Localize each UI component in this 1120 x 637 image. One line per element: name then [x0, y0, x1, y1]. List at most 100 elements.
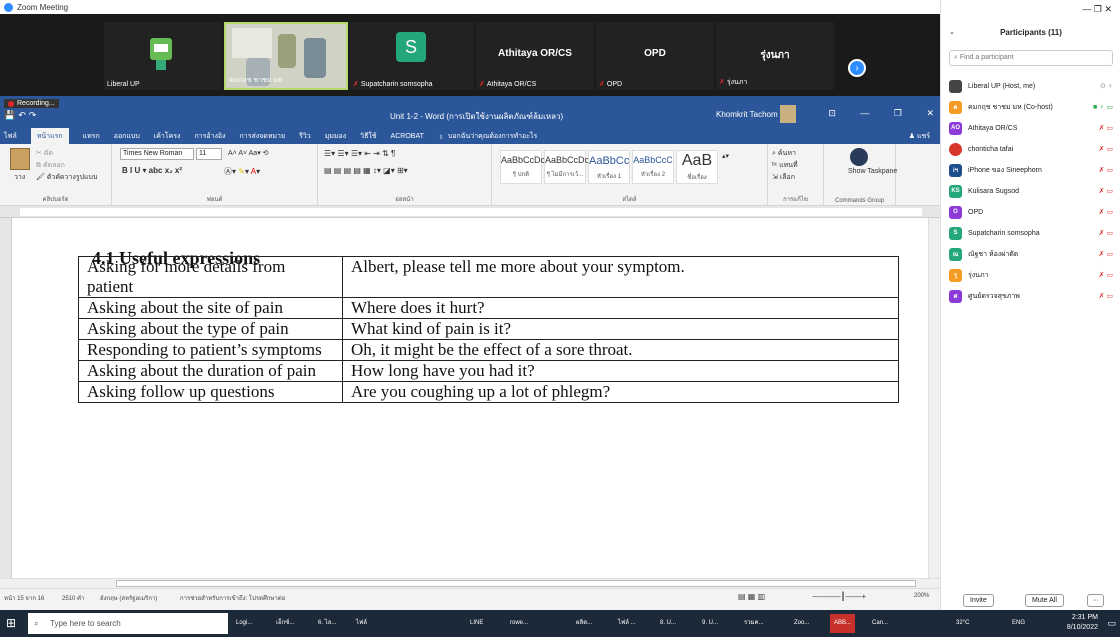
table-cell[interactable]: Oh, it might be the effect of a sore thr… — [342, 339, 899, 361]
user-avatar[interactable] — [780, 105, 796, 123]
tab-layout[interactable]: เค้าโครง — [154, 131, 181, 142]
tell-me-search[interactable]: บอกฉันว่าคุณต้องการทำอะไร — [448, 131, 537, 142]
participant-row[interactable]: AO Athitaya OR/CS ✗ ▭ — [949, 118, 1117, 138]
taskpane-icon[interactable] — [850, 148, 868, 166]
horizontal-scrollbar[interactable] — [0, 578, 940, 588]
vertical-ruler[interactable] — [0, 218, 12, 578]
taskbar-app[interactable]: ABB... — [830, 614, 856, 633]
mic-muted-icon[interactable]: ✗ ▭ — [1099, 229, 1113, 237]
share-button[interactable]: ♟ แชร์ — [909, 131, 930, 142]
table-cell[interactable]: Asking follow up questions — [78, 381, 343, 403]
font-size-box[interactable]: 11 — [196, 148, 222, 160]
table-cell[interactable]: Albert, please tell me more about your s… — [342, 256, 899, 298]
mic-muted-icon[interactable]: ✗ ▭ — [1099, 187, 1113, 195]
table-cell[interactable]: Asking about the type of pain — [78, 318, 343, 340]
styles-scroll-icon[interactable]: ▴▾ — [722, 152, 729, 160]
table-cell[interactable]: What kind of pain is it? — [342, 318, 899, 340]
table-cell[interactable]: Responding to patient’s symptoms — [78, 339, 343, 361]
mic-muted-icon[interactable]: ✗ ▭ — [1099, 145, 1113, 153]
tab-design[interactable]: ออกแบบ — [114, 131, 140, 142]
participant-row[interactable]: S Supatcharin somsopha ✗ ▭ — [949, 223, 1117, 243]
mic-muted-icon[interactable]: ✗ ▭ — [1099, 124, 1113, 132]
recording-indicator[interactable]: Recording... — [4, 99, 59, 108]
style-normal[interactable]: AaBbCcDc ¶ ปกติ — [500, 150, 545, 184]
user-name[interactable]: Khomkrit Tachom — [716, 110, 778, 119]
paste-icon[interactable] — [10, 148, 30, 170]
format-painter-button[interactable]: 🖌 ตัวคัดวางรูปแบบ — [36, 172, 97, 183]
taskbar-app[interactable]: Logi... — [236, 614, 252, 633]
invite-button[interactable]: Invite — [963, 594, 994, 607]
replace-button[interactable]: ᵇᶜ แทนที่ — [772, 160, 798, 171]
video-tile[interactable]: OPD ✗ OPD — [596, 22, 714, 90]
weather-widget[interactable]: 32°C — [956, 614, 969, 633]
language-status[interactable]: อังกฤษ (สหรัฐอเมริกา) — [100, 593, 157, 603]
mic-muted-icon[interactable]: ✗ ▭ — [1099, 292, 1113, 300]
zoom-level[interactable]: 200% — [914, 593, 929, 599]
tab-home[interactable]: หน้าแรก — [30, 127, 69, 145]
participant-row[interactable]: O OPD ✗ ▭ — [949, 202, 1117, 222]
tab-references[interactable]: การอ้างอิง — [194, 131, 225, 142]
taskbar-app[interactable]: 8. U... — [660, 614, 676, 633]
participant-row[interactable]: Liberal UP (Host, me) ⊙ ♀ — [949, 76, 1117, 96]
style-heading-2[interactable]: AaBbCcC หัวเรื่อง 2 — [632, 150, 674, 184]
taskbar-app[interactable]: ผลิต... — [576, 614, 592, 633]
taskbar-app[interactable]: Can... — [872, 614, 888, 633]
tab-insert[interactable]: แทรก — [83, 131, 100, 142]
mic-muted-icon[interactable]: ✗ ▭ — [1099, 271, 1113, 279]
style-heading-1[interactable]: AaBbCc หัวเรื่อง 1 — [588, 150, 630, 184]
select-button[interactable]: ⇲ เลือก — [772, 172, 795, 183]
taskbar-app[interactable]: เอ็กซ์... — [276, 614, 294, 633]
cut-button[interactable]: ✂ ตัด — [36, 148, 53, 159]
font-name-box[interactable]: Times New Roman — [120, 148, 194, 160]
style-title[interactable]: AaB ชื่อเรื่อง — [676, 150, 718, 184]
table-cell[interactable]: Where does it hurt? — [342, 297, 899, 319]
taskbar-app[interactable]: 6. ไล... — [318, 614, 336, 633]
taskbar-search-input[interactable]: ⌕ Type here to search — [28, 613, 228, 634]
participant-row[interactable]: ค คมกฤช ชาชม มห (Co-host) ■ ♀ ▭ — [949, 97, 1117, 117]
table-cell[interactable]: Asking for more details from patient — [78, 256, 343, 298]
notification-icon[interactable]: ▭ — [1107, 618, 1116, 629]
mic-muted-icon[interactable]: ✗ ▭ — [1099, 166, 1113, 174]
taskbar-app[interactable]: 9. U... — [702, 614, 718, 633]
panel-window-controls[interactable]: — ❐ ✕ — [1082, 4, 1112, 15]
tab-help[interactable]: วิธีใช้ — [360, 131, 376, 142]
video-tile[interactable]: รุ่งนภา ✗ รุ่งนภา — [716, 22, 834, 90]
participant-row[interactable]: ณ ณัฐชา ห้องผ่าตัด ✗ ▭ — [949, 244, 1117, 264]
video-tile[interactable]: S ✗ Supatcharin somsopha — [350, 22, 474, 90]
input-language[interactable]: ENG — [1012, 614, 1025, 633]
font-grow-shrink[interactable]: A˄ A˅ Aa▾ ⟲ — [228, 149, 269, 157]
word-count[interactable]: 2510 คำ — [62, 593, 84, 603]
participant-row[interactable]: iฯ iPhone ของ Sineephorn ✗ ▭ — [949, 160, 1117, 180]
tab-review[interactable]: รีวิว — [299, 131, 311, 142]
zoom-slider[interactable]: −———┃——+ — [812, 592, 866, 601]
quick-access-toolbar[interactable]: 💾↶↷ — [4, 110, 39, 121]
tab-mailings[interactable]: การส่งจดหมาย — [240, 131, 286, 142]
table-cell[interactable]: Asking about the duration of pain — [78, 360, 343, 382]
tab-acrobat[interactable]: ACROBAT — [391, 133, 424, 140]
table-cell[interactable]: How long have you had it? — [342, 360, 899, 382]
participant-row[interactable]: chonticha tafai ✗ ▭ — [949, 139, 1117, 159]
more-options-button[interactable]: ··· — [1087, 594, 1104, 607]
align-buttons[interactable]: ▤ ▤ ▤ ▤ ▦ ↕▾ ◪▾ ⊞▾ — [324, 166, 408, 175]
list-buttons[interactable]: ☰▾ ☰▾ ☰▾ ⇤ ⇥ ⇅ ¶ — [324, 149, 395, 158]
document-page[interactable]: 4.1 Useful expressions Asking for more d… — [12, 218, 928, 578]
video-tile[interactable]: Liberal UP — [104, 22, 222, 90]
mute-all-button[interactable]: Mute All — [1025, 594, 1064, 607]
tab-file[interactable]: ไฟล์ — [4, 131, 17, 142]
taskbar-app[interactable]: rowe... — [510, 614, 528, 633]
view-buttons[interactable]: ▤ ▦ ▥ — [738, 592, 765, 601]
windows-start-icon[interactable]: ⊞ — [6, 616, 16, 630]
show-taskpane-button[interactable]: Show Taskpane — [848, 168, 897, 175]
table-cell[interactable]: Asking about the site of pain — [78, 297, 343, 319]
taskbar-app[interactable]: ไฟล์ — [356, 614, 367, 633]
find-button[interactable]: ⌕ ค้นหา — [772, 148, 796, 159]
font-color-buttons[interactable]: Ⓐ▾ ✎▾ A▾ — [224, 166, 260, 177]
mic-muted-icon[interactable]: ✗ ▭ — [1099, 250, 1113, 258]
window-controls[interactable]: ⊡ — ❐ ✕ — [828, 108, 934, 119]
font-format-buttons[interactable]: B I U ▾ abc x₂ x² — [122, 166, 182, 175]
clock[interactable]: 2:31 PM 8/10/2022 — [1067, 613, 1098, 633]
video-tile-active-speaker[interactable]: คมกฤช ชาชม มห — [224, 22, 348, 90]
participant-row[interactable]: รุ รุ่งนภา ✗ ▭ — [949, 265, 1117, 285]
participant-row[interactable]: ศ ศูนย์ตรวจสุขภาพ ✗ ▭ — [949, 286, 1117, 306]
paste-label[interactable]: วาง — [14, 172, 25, 183]
